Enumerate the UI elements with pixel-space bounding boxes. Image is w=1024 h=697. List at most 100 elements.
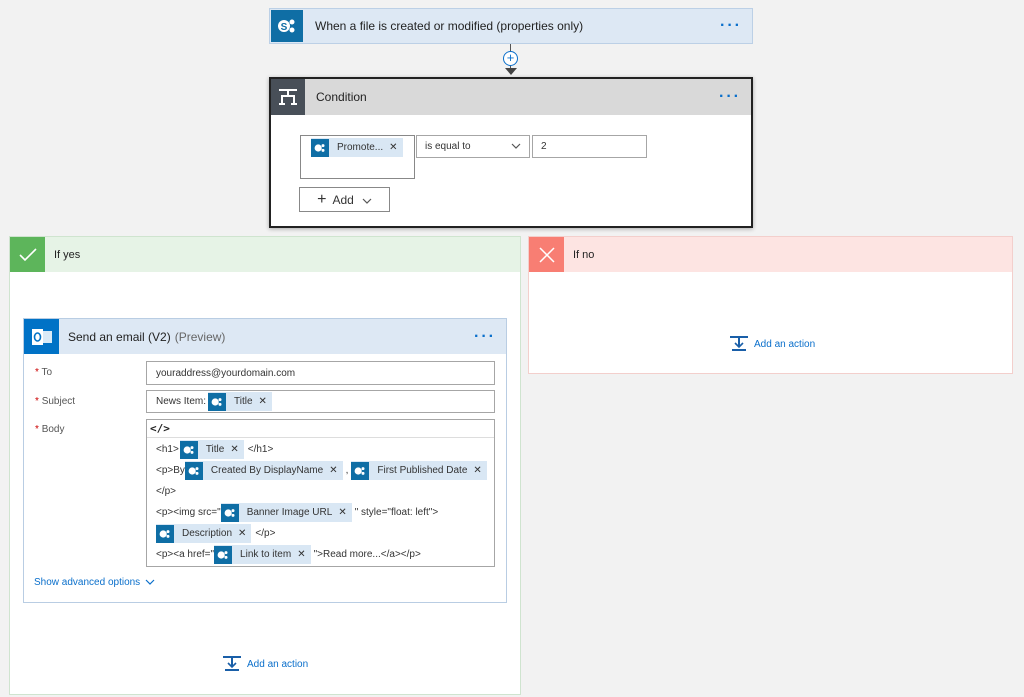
link-token-label: Link to item — [240, 549, 292, 560]
condition-card[interactable]: Condition ··· Promote... ✕ is equal to 2… — [269, 77, 753, 228]
operator-value: is equal to — [425, 141, 471, 152]
svg-text:S: S — [281, 22, 288, 33]
link-token[interactable]: Link to item ✕ — [214, 545, 311, 564]
a-close: ">Read more...</a></p> — [313, 549, 421, 560]
email-more-icon[interactable]: ··· — [474, 328, 496, 346]
sharepoint-icon — [220, 503, 239, 522]
remove-token-icon[interactable]: ✕ — [338, 507, 346, 518]
to-label: * To — [35, 367, 52, 378]
banner-token-label: Banner Image URL — [246, 507, 333, 518]
subject-label: * Subject — [35, 396, 75, 407]
remove-token-icon[interactable]: ✕ — [473, 465, 481, 476]
required-marker: * — [35, 396, 39, 407]
to-value: youraddress@yourdomain.com — [156, 367, 296, 379]
body-line: <h1> Title ✕ </h1> — [156, 439, 494, 460]
body-line: <p><img src=" Banner Image URL ✕ " style… — [156, 502, 494, 523]
sharepoint-icon — [214, 545, 233, 564]
condition-left-operand[interactable]: Promote... ✕ — [300, 135, 415, 179]
body-editor[interactable]: </> <h1> Title ✕ </h1> <p>By Created By … — [146, 419, 495, 567]
required-marker: * — [35, 367, 39, 378]
banner-token[interactable]: Banner Image URL ✕ — [220, 503, 352, 522]
remove-token-icon[interactable]: ✕ — [389, 142, 397, 153]
sharepoint-icon — [156, 524, 174, 543]
body-line: </p> — [156, 481, 494, 502]
if-yes-branch: If yes Send an email (V2) (Preview) ··· … — [9, 236, 521, 695]
trigger-title: When a file is created or modified (prop… — [315, 19, 584, 33]
if-no-branch: If no Add an action — [528, 236, 1013, 374]
plus-icon: + — [317, 190, 327, 208]
trigger-more-icon[interactable]: ··· — [720, 17, 742, 35]
comma: , — [345, 465, 349, 476]
sharepoint-icon — [208, 392, 227, 411]
outlook-icon — [24, 319, 59, 354]
chevron-down-icon — [362, 193, 372, 207]
sharepoint-icon — [184, 461, 203, 480]
remove-token-icon[interactable]: ✕ — [297, 549, 305, 560]
title-token-label: Title — [205, 444, 225, 455]
promote-token[interactable]: Promote... ✕ — [311, 138, 403, 157]
body-label-text: Body — [41, 424, 65, 435]
to-label-text: To — [41, 367, 53, 378]
if-no-header[interactable]: If no — [529, 237, 1012, 272]
if-yes-label: If yes — [54, 248, 81, 261]
close-icon — [529, 237, 564, 272]
h1-open: <h1> — [156, 444, 179, 455]
condition-more-icon[interactable]: ··· — [719, 88, 741, 106]
remove-token-icon[interactable]: ✕ — [230, 444, 238, 455]
add-action-no[interactable]: Add an action — [730, 335, 815, 354]
condition-value: 2 — [541, 141, 547, 152]
to-input[interactable]: youraddress@yourdomain.com — [146, 361, 495, 385]
body-content[interactable]: <h1> Title ✕ </h1> <p>By Created By Disp… — [147, 438, 494, 565]
condition-icon — [271, 79, 305, 115]
arrow-down-icon — [505, 68, 517, 75]
chevron-down-icon — [145, 577, 155, 588]
send-email-card[interactable]: Send an email (V2) (Preview) ··· * To yo… — [23, 318, 507, 603]
add-action-icon — [730, 335, 748, 354]
created-by-token[interactable]: Created By DisplayName ✕ — [184, 461, 343, 480]
email-header[interactable]: Send an email (V2) (Preview) ··· — [24, 319, 506, 354]
body-line: <p>By Created By DisplayName ✕ , First P… — [156, 460, 494, 481]
subject-prefix: News Item: — [156, 396, 207, 407]
show-advanced-options[interactable]: Show advanced options — [34, 577, 155, 588]
if-yes-header[interactable]: If yes — [10, 237, 520, 272]
add-action-label: Add an action — [247, 659, 309, 670]
promote-token-label: Promote... — [337, 142, 384, 153]
email-title: Send an email (V2) — [68, 329, 171, 344]
body-label: * Body — [35, 424, 64, 435]
title-token[interactable]: Title ✕ — [179, 440, 244, 459]
published-token[interactable]: First Published Date ✕ — [351, 461, 487, 480]
code-view-toggle[interactable]: </> — [150, 422, 170, 435]
subject-title-token[interactable]: Title ✕ — [208, 392, 272, 411]
sharepoint-icon — [311, 138, 329, 157]
desc-close: </p> — [255, 528, 276, 539]
insert-step-icon[interactable]: + — [503, 51, 518, 66]
description-token-label: Description — [182, 528, 233, 539]
add-action-label: Add an action — [754, 339, 816, 350]
add-label: Add — [332, 192, 354, 207]
body-line: <p><a href=" Link to item ✕ ">Read more.… — [156, 544, 494, 565]
remove-token-icon[interactable]: ✕ — [259, 396, 267, 407]
check-icon — [10, 237, 45, 272]
remove-token-icon[interactable]: ✕ — [238, 528, 246, 539]
img-open: <p><img src=" — [156, 507, 221, 518]
required-marker: * — [35, 424, 39, 435]
subject-label-text: Subject — [41, 396, 76, 407]
add-action-icon — [223, 655, 241, 674]
condition-title: Condition — [316, 90, 367, 104]
condition-value-input[interactable]: 2 — [532, 135, 647, 158]
email-preview: (Preview) — [174, 329, 226, 344]
show-advanced-label: Show advanced options — [34, 577, 141, 588]
add-action-yes[interactable]: Add an action — [223, 655, 308, 674]
subject-input[interactable]: News Item: Title ✕ — [146, 390, 495, 413]
condition-header[interactable]: Condition ··· — [271, 79, 751, 115]
body-toolbar: </> — [147, 420, 494, 438]
p-close: </p> — [156, 486, 177, 497]
body-line: Description ✕ </p> — [156, 523, 494, 544]
condition-operator-select[interactable]: is equal to — [416, 135, 530, 158]
trigger-card[interactable]: S When a file is created or modified (pr… — [269, 8, 753, 44]
sharepoint-icon — [179, 440, 198, 459]
remove-token-icon[interactable]: ✕ — [329, 465, 337, 476]
description-token[interactable]: Description ✕ — [156, 524, 252, 543]
add-condition-button[interactable]: + Add — [299, 187, 390, 212]
sharepoint-icon: S — [271, 10, 303, 42]
